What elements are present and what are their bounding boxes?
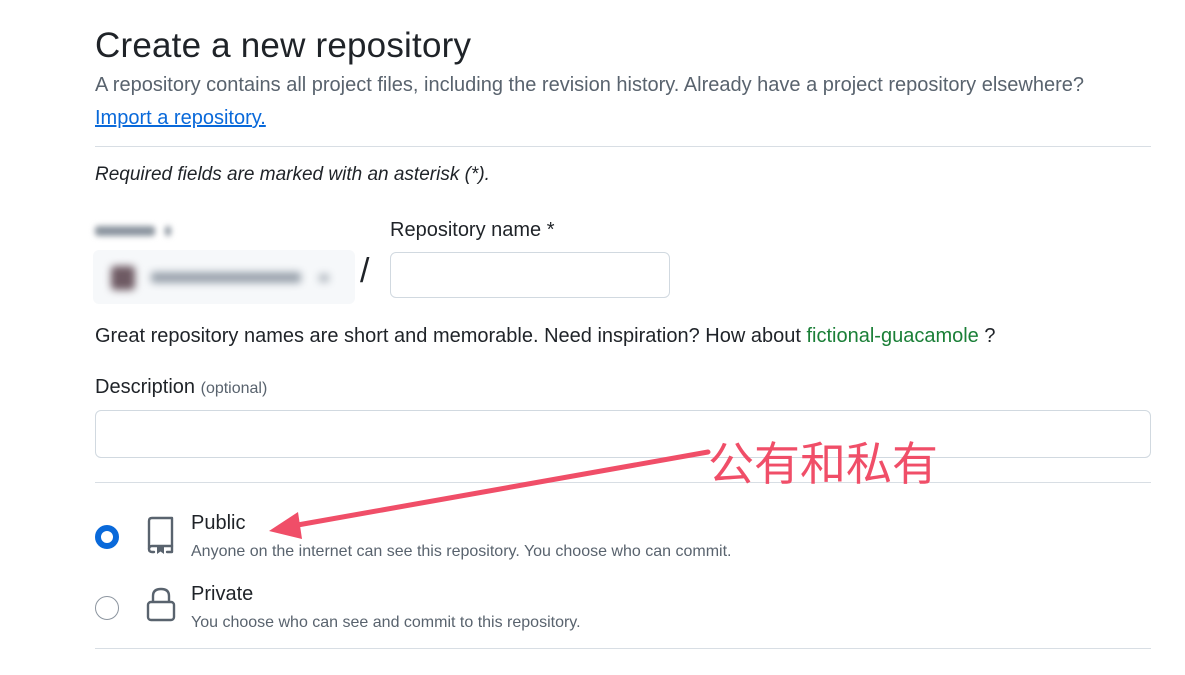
annotation-arrow bbox=[269, 449, 711, 539]
